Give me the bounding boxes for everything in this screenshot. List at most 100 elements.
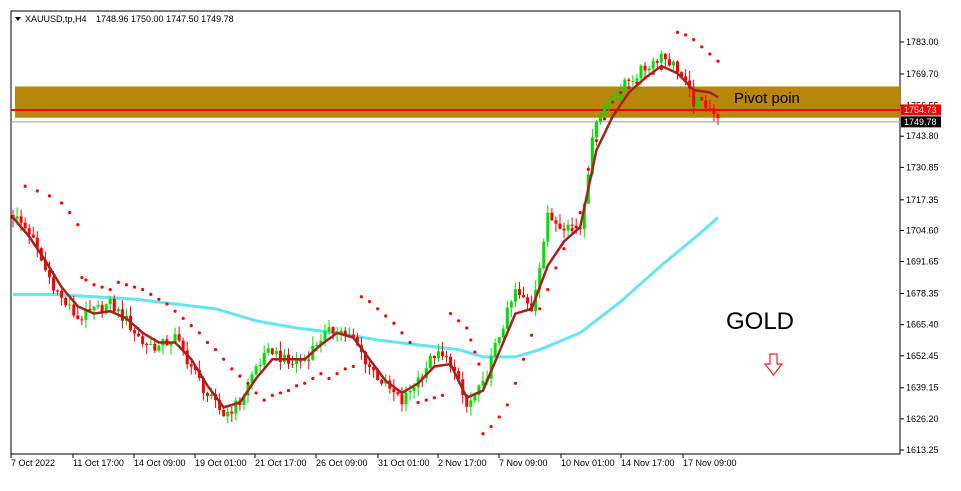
sar-dot: [367, 299, 372, 304]
sar-dot: [327, 376, 331, 381]
candle-body: [141, 336, 145, 345]
sar-dot: [311, 376, 315, 381]
sar-dot: [708, 52, 712, 56]
candle-body: [599, 115, 602, 122]
candle-body: [635, 78, 639, 81]
sar-dot: [530, 333, 534, 337]
candle-body: [522, 294, 526, 298]
sar-dot: [270, 393, 274, 397]
x-tick-label: 7 Nov 09:00: [499, 458, 548, 468]
candle-body: [700, 97, 704, 101]
y-tick-label: 1717.35: [906, 195, 939, 205]
candle-body: [696, 97, 700, 107]
svg-text:1754.73: 1754.73: [904, 105, 937, 115]
sar-dot: [335, 372, 339, 376]
ohlc-readout: 1748.96 1750.00 1747.50 1749.78: [96, 14, 234, 24]
candle-body: [230, 411, 234, 414]
sar-dot: [643, 76, 647, 80]
sar-dot: [700, 45, 704, 49]
sar-dot: [505, 403, 509, 407]
sar-dot: [141, 287, 145, 292]
candle-body: [299, 360, 303, 362]
sar-dot: [473, 350, 477, 354]
y-tick-label: 1678.35: [906, 289, 939, 299]
sar-dot: [448, 311, 453, 316]
sar-dot: [594, 138, 599, 143]
sar-dot: [222, 357, 226, 361]
chart-area[interactable]: 1783.001769.701756.551743.801730.851717.…: [0, 0, 961, 486]
sar-dot: [538, 307, 542, 311]
sar-dot: [408, 340, 412, 345]
sar-dot: [213, 348, 218, 352]
sar-dot: [278, 391, 283, 395]
candle-body: [116, 309, 120, 312]
candle-body: [436, 351, 440, 359]
candle-body: [258, 364, 262, 367]
sar-dot: [481, 432, 485, 436]
sar-dot: [343, 367, 347, 371]
candle-body: [270, 348, 274, 354]
candle-body: [137, 333, 141, 337]
candle-body: [274, 350, 278, 354]
sar-dot: [619, 90, 623, 95]
candle-body: [60, 290, 64, 298]
sar-dot: [416, 400, 420, 405]
sar-dot: [716, 59, 720, 63]
x-tick-label: 11 Oct 17:00: [73, 458, 124, 468]
candle-body: [254, 366, 258, 375]
gold-label: GOLD: [726, 308, 794, 335]
sar-dot: [692, 37, 696, 42]
sar-dot: [465, 326, 469, 330]
pivot-label: Pivot poin: [734, 90, 800, 107]
sar-dot: [205, 340, 210, 345]
candle-body: [404, 392, 408, 405]
sar-dot: [230, 367, 234, 371]
candle-body: [23, 222, 27, 229]
candle-body: [432, 355, 436, 359]
candle-body: [153, 344, 157, 351]
pivot-price-tag: 1754.73: [901, 104, 941, 116]
y-tick-label: 1730.85: [906, 162, 939, 172]
sar-dot: [611, 100, 615, 104]
sar-dot: [68, 211, 72, 215]
y-tick-label: 1783.00: [906, 37, 939, 47]
sar-dot: [477, 362, 481, 366]
sar-dot: [376, 307, 380, 311]
candle-body: [440, 351, 444, 357]
candle-body: [445, 356, 449, 358]
candle-body: [497, 337, 501, 344]
candle-body: [517, 289, 521, 295]
sar-dot: [521, 357, 526, 361]
sar-dot: [295, 384, 299, 388]
candle-body: [712, 108, 716, 115]
sar-dot: [76, 223, 80, 227]
candle-body: [291, 363, 295, 365]
candle-body: [647, 68, 651, 71]
y-tick-label: 1691.65: [906, 257, 939, 267]
sar-dot: [384, 314, 388, 318]
candle-body: [659, 53, 663, 63]
candle-body: [708, 108, 712, 110]
sar-dot: [84, 278, 88, 282]
sar-dot: [80, 275, 84, 280]
x-tick-label: 26 Oct 09:00: [316, 458, 368, 468]
sar-dot: [60, 201, 64, 205]
sar-dot: [35, 189, 39, 193]
sar-dot: [254, 391, 258, 395]
sar-dot: [513, 381, 518, 385]
candle-body: [72, 304, 76, 316]
y-tick-label: 1665.40: [906, 320, 939, 330]
sar-dot: [359, 295, 364, 299]
candle-body: [64, 297, 68, 306]
candle-body: [307, 359, 311, 361]
x-tick-label: 14 Oct 09:00: [134, 458, 186, 468]
sar-dot: [132, 285, 137, 289]
candle-body: [566, 224, 570, 231]
candle-body: [603, 106, 607, 116]
sar-dot: [262, 398, 266, 402]
candle-body: [639, 65, 643, 79]
y-tick-label: 1743.80: [906, 131, 939, 141]
candle-body: [68, 304, 72, 306]
candle-body: [262, 352, 266, 365]
candle-body: [570, 224, 574, 226]
